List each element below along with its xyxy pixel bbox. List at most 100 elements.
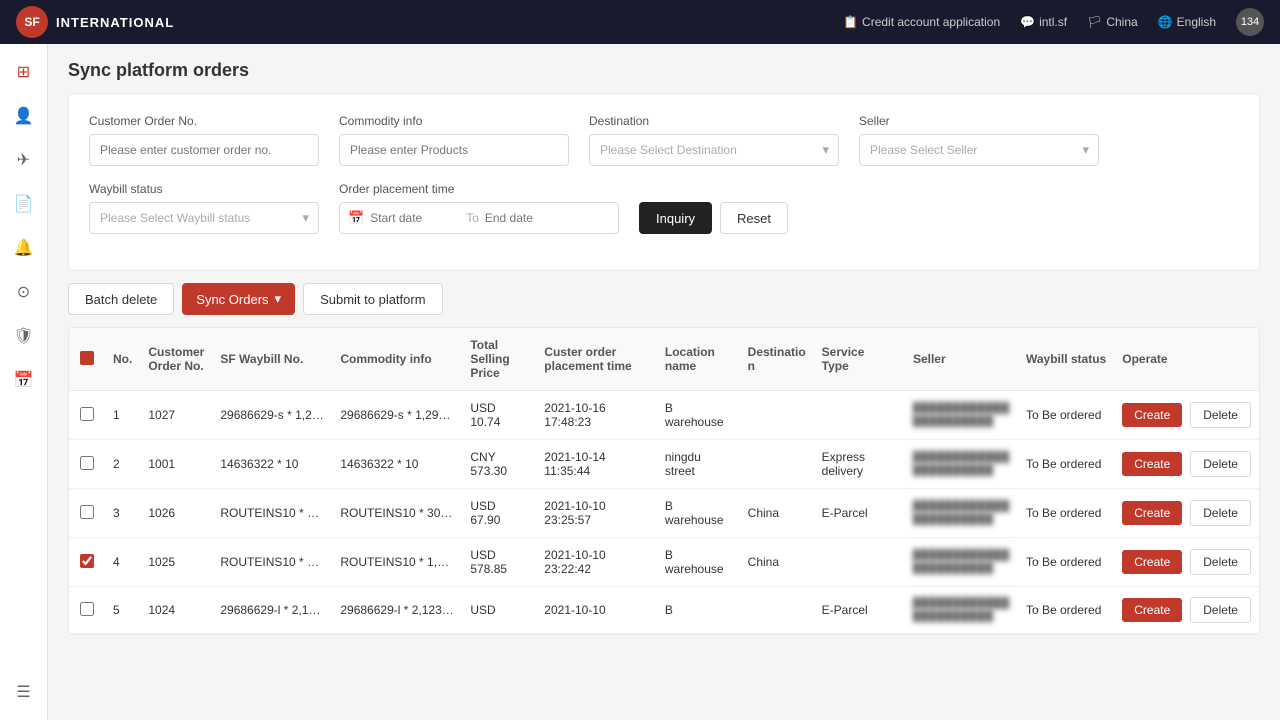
create-button[interactable]: Create — [1122, 403, 1182, 427]
create-button[interactable]: Create — [1122, 501, 1182, 525]
language-selector[interactable]: 🌐 English — [1158, 15, 1216, 29]
table-row: 3 1026 ROUTEINS10 * 30,ROU... ROUTEINS10… — [69, 489, 1259, 538]
col-seller: Seller — [905, 328, 1018, 391]
table-row: 1 1027 29686629-s * 1,296866... 29686629… — [69, 391, 1259, 440]
col-commodity: Commodity info — [332, 328, 462, 391]
col-order-time: Custer orderplacement time — [536, 328, 657, 391]
cell-location: ningdu street — [657, 440, 740, 489]
create-button[interactable]: Create — [1122, 598, 1182, 622]
submit-platform-button[interactable]: Submit to platform — [303, 283, 443, 315]
destination-select[interactable]: Please Select Destination — [589, 134, 839, 166]
cell-operate: Create Delete — [1114, 489, 1259, 538]
destination-label: Destination — [589, 114, 839, 128]
filter-row-1: Customer Order No. Commodity info Destin… — [89, 114, 1239, 166]
waybill-select[interactable]: Please Select Waybill status — [89, 202, 319, 234]
reset-button[interactable]: Reset — [720, 202, 788, 234]
operate-buttons: Create Delete — [1122, 597, 1251, 623]
col-customer-order: CustomerOrder No. — [140, 328, 212, 391]
delete-button[interactable]: Delete — [1190, 597, 1251, 623]
cell-customer-order: 1001 — [140, 440, 212, 489]
sidebar-item-shield[interactable]: 🛡 — [4, 316, 44, 356]
user-avatar[interactable]: 134 — [1236, 8, 1264, 36]
credit-link[interactable]: 📋 Credit account application — [843, 15, 1000, 29]
delete-button[interactable]: Delete — [1190, 549, 1251, 575]
cell-price: USD — [462, 587, 536, 634]
delete-button[interactable]: Delete — [1190, 500, 1251, 526]
cell-destination — [740, 391, 814, 440]
cell-seller: ████████████ ██████████ — [905, 489, 1018, 538]
sidebar-item-calendar[interactable]: 📅 — [4, 360, 44, 400]
row-checkbox[interactable] — [80, 505, 94, 519]
cell-no: 3 — [105, 489, 140, 538]
sync-orders-button[interactable]: Sync Orders ▾ — [182, 283, 295, 315]
delete-button[interactable]: Delete — [1190, 402, 1251, 428]
commodity-label: Commodity info — [339, 114, 569, 128]
sidebar-item-download[interactable]: ☰ — [4, 672, 44, 712]
table-body: 1 1027 29686629-s * 1,296866... 29686629… — [69, 391, 1259, 634]
col-location: Locationname — [657, 328, 740, 391]
table-header-row: No. CustomerOrder No. SF Waybill No. Com… — [69, 328, 1259, 391]
cell-seller: ████████████ ██████████ — [905, 538, 1018, 587]
create-button[interactable]: Create — [1122, 550, 1182, 574]
commodity-input[interactable] — [339, 134, 569, 166]
row-checkbox-cell[interactable] — [69, 391, 105, 440]
credit-icon: 📋 — [843, 15, 858, 29]
logo-icon: SF — [16, 6, 48, 38]
order-time-label: Order placement time — [339, 182, 619, 196]
row-checkbox[interactable] — [80, 407, 94, 421]
end-date-input[interactable] — [485, 211, 575, 225]
seller-info: ████████████ ██████████ — [913, 501, 1010, 525]
cell-no: 5 — [105, 587, 140, 634]
select-all-checkbox[interactable] — [80, 351, 94, 365]
cell-commodity: ROUTEINS10 * 30,ROU... — [332, 489, 462, 538]
start-date-input[interactable] — [370, 211, 460, 225]
cell-no: 2 — [105, 440, 140, 489]
filter-panel: Customer Order No. Commodity info Destin… — [68, 93, 1260, 271]
seller-info: ████████████ ██████████ — [913, 598, 1010, 622]
navbar: SF INTERNATIONAL 📋 Credit account applic… — [0, 0, 1280, 44]
col-sf-waybill: SF Waybill No. — [212, 328, 332, 391]
seller-info: ████████████ ██████████ — [913, 452, 1010, 476]
row-checkbox-cell[interactable] — [69, 440, 105, 489]
row-checkbox-cell[interactable] — [69, 489, 105, 538]
waybill-label: Waybill status — [89, 182, 319, 196]
cell-sf-waybill: 14636322 * 10 — [212, 440, 332, 489]
waybill-select-wrapper: Please Select Waybill status — [89, 202, 319, 234]
sidebar-item-dashboard[interactable]: ⊞ — [4, 52, 44, 92]
row-checkbox-cell[interactable] — [69, 587, 105, 634]
row-checkbox[interactable] — [80, 554, 94, 568]
seller-select[interactable]: Please Select Seller — [859, 134, 1099, 166]
destination-group: Destination Please Select Destination — [589, 114, 839, 166]
table-container: No. CustomerOrder No. SF Waybill No. Com… — [68, 327, 1260, 635]
sidebar-item-location[interactable]: ⊙ — [4, 272, 44, 312]
delete-button[interactable]: Delete — [1190, 451, 1251, 477]
cell-commodity: 14636322 * 10 — [332, 440, 462, 489]
sidebar-item-shipping[interactable]: ✈ — [4, 140, 44, 180]
cell-waybill-status: To Be ordered — [1018, 440, 1114, 489]
page-title: Sync platform orders — [68, 60, 1260, 81]
seller-select-wrapper: Please Select Seller — [859, 134, 1099, 166]
sidebar-item-user[interactable]: 👤 — [4, 96, 44, 136]
china-link[interactable]: 🏳 China — [1087, 15, 1138, 29]
cell-waybill-status: To Be ordered — [1018, 538, 1114, 587]
inquiry-button[interactable]: Inquiry — [639, 202, 712, 234]
header-checkbox-cell[interactable] — [69, 328, 105, 391]
row-checkbox[interactable] — [80, 456, 94, 470]
batch-delete-button[interactable]: Batch delete — [68, 283, 174, 315]
intlsf-link[interactable]: 💬 intl.sf — [1020, 15, 1067, 29]
row-checkbox-cell[interactable] — [69, 538, 105, 587]
operate-buttons: Create Delete — [1122, 451, 1251, 477]
cell-operate: Create Delete — [1114, 538, 1259, 587]
customer-order-input[interactable] — [89, 134, 319, 166]
waybill-group: Waybill status Please Select Waybill sta… — [89, 182, 319, 234]
cell-no: 4 — [105, 538, 140, 587]
cell-waybill-status: To Be ordered — [1018, 489, 1114, 538]
toolbar: Batch delete Sync Orders ▾ Submit to pla… — [68, 283, 1260, 315]
cell-order-time: 2021-10-10 23:22:42 — [536, 538, 657, 587]
row-checkbox[interactable] — [80, 602, 94, 616]
cell-commodity: 29686629-s * 1,296866... — [332, 391, 462, 440]
sidebar-item-notification[interactable]: 🔔 — [4, 228, 44, 268]
date-range: 📅 To — [339, 202, 619, 234]
sidebar-item-document[interactable]: 📄 — [4, 184, 44, 224]
create-button[interactable]: Create — [1122, 452, 1182, 476]
